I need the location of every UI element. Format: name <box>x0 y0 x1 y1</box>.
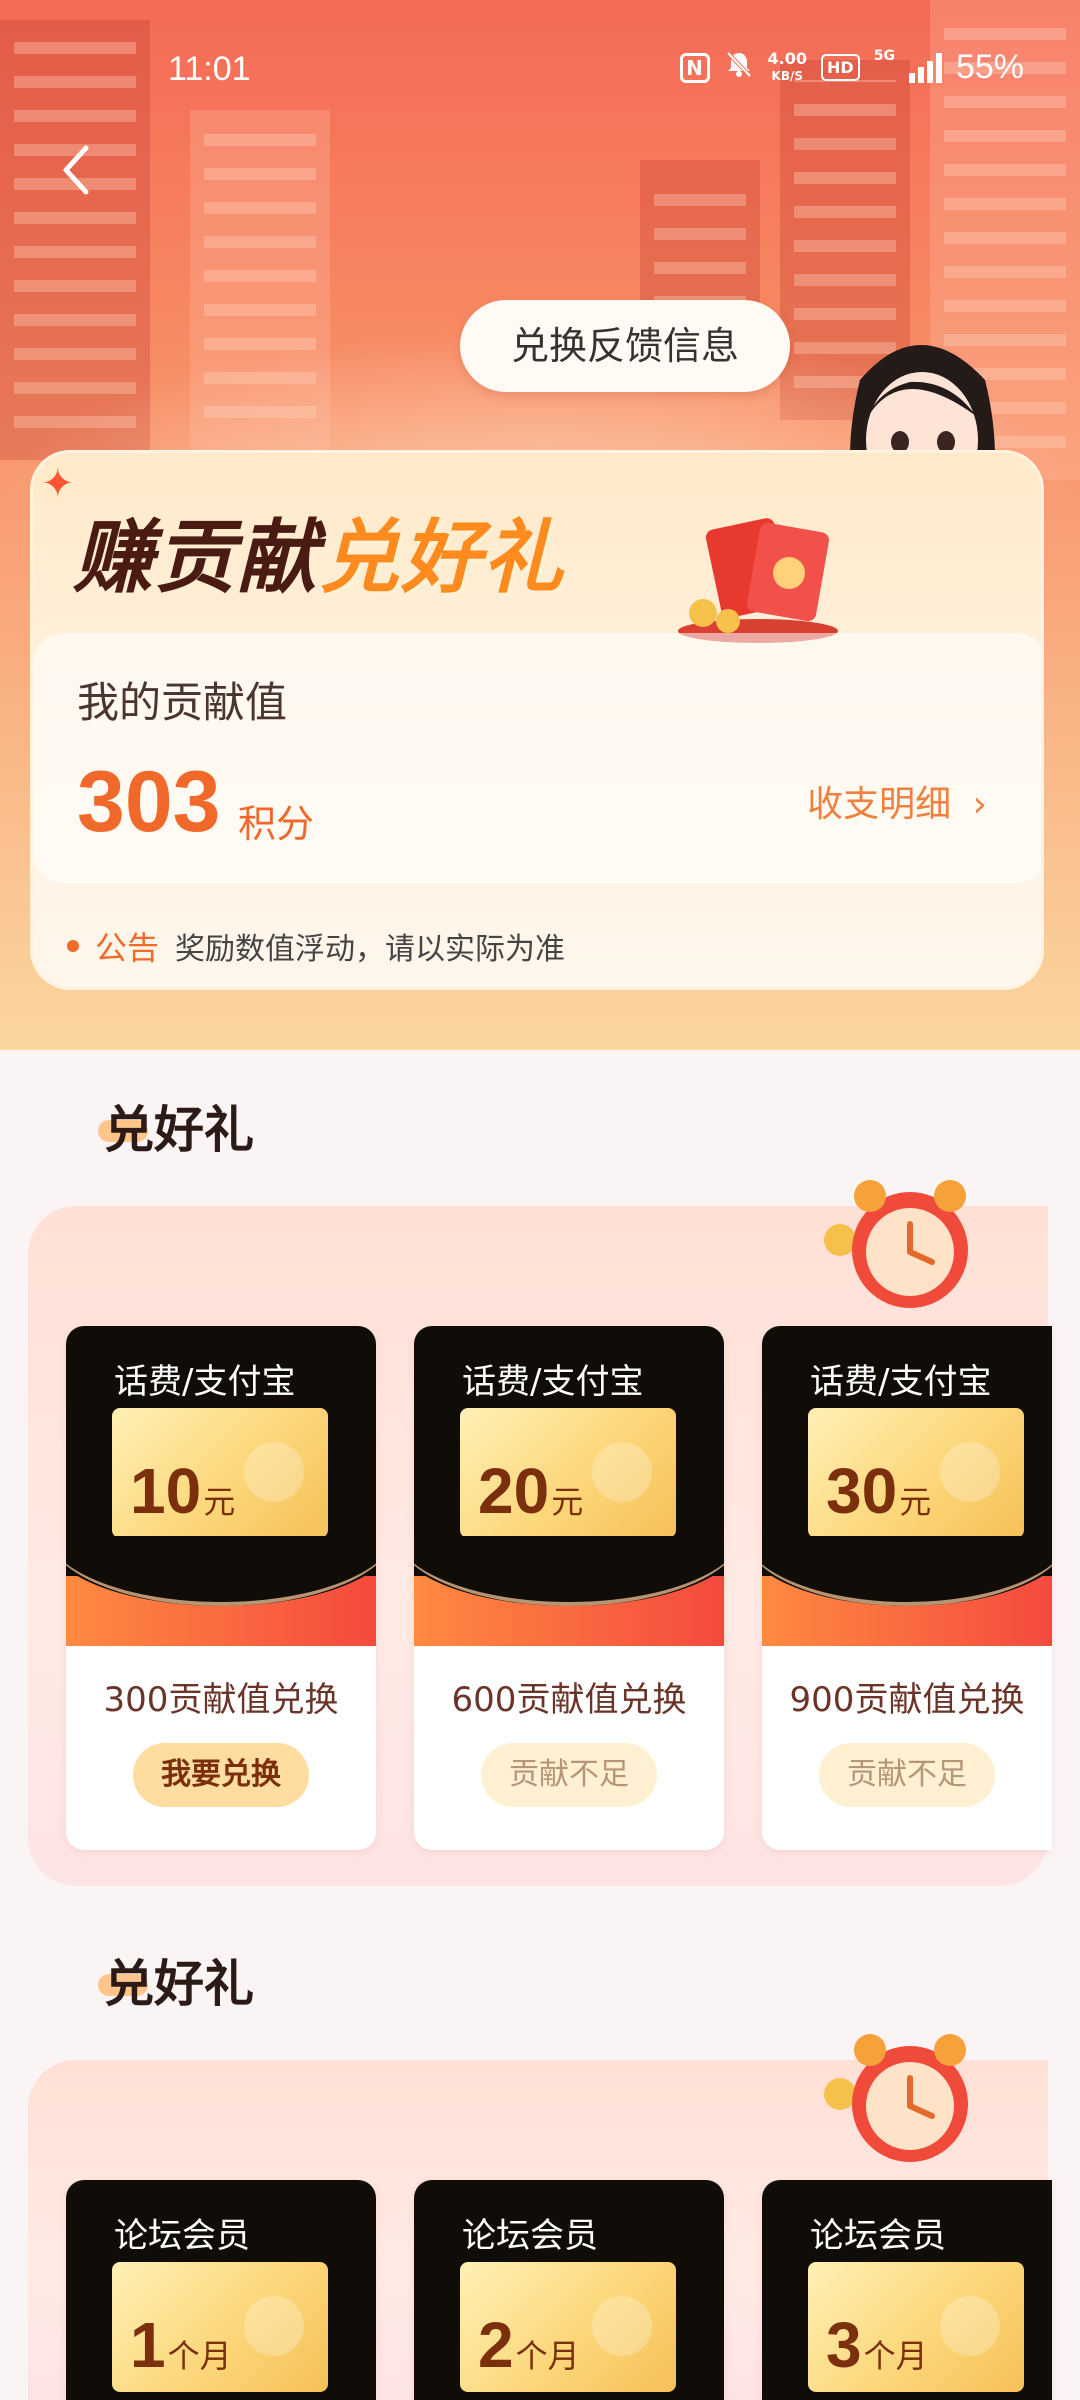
section-title: 兑好礼 <box>98 1944 254 2016</box>
prize-card[interactable]: 话费/支付宝 20元 600贡献值兑换 贡献不足 <box>414 1326 724 1850</box>
back-button[interactable] <box>50 140 110 200</box>
nfc-icon: N <box>679 52 710 83</box>
feedback-button[interactable]: 兑换反馈信息 <box>460 300 790 392</box>
prize-amount: 10 <box>130 1455 202 1527</box>
speed-value: 4.00 <box>767 49 808 68</box>
chevron-left-icon <box>63 145 89 195</box>
notice-tag: 公告 <box>95 929 160 967</box>
chevron-right-icon: › <box>972 784 987 825</box>
prize-ticket: 30元 <box>808 1408 1024 1538</box>
prize-card[interactable]: 论坛会员 3个月 <box>762 2180 1052 2400</box>
alarm-clock-icon <box>824 2034 968 2162</box>
insufficient-button[interactable]: 贡献不足 <box>481 1743 657 1807</box>
hd-icon: HD <box>821 54 860 81</box>
network-type: 5G <box>873 48 895 64</box>
prize-unit: 元 <box>551 1483 584 1521</box>
banner-title: 赚贡献兑好礼 <box>73 493 565 609</box>
notice-bar: 公告 奖励数值浮动，请以实际为准 <box>67 923 565 969</box>
status-bar: 11:01 N 4.00 KB/S HD 5G 55% <box>0 0 1080 140</box>
prize-ticket: 2个月 <box>460 2262 676 2392</box>
notice-dot-icon <box>67 940 79 952</box>
prize-type: 话费/支付宝 <box>114 1362 296 1402</box>
sparkle-icon: ✦ <box>41 461 75 507</box>
contribution-value: 303 <box>77 754 221 850</box>
prize-unit: 个月 <box>863 2337 928 2375</box>
network-speed: 4.00 KB/S <box>768 51 807 84</box>
red-packet-illustration <box>678 518 838 643</box>
contribution-panel: 我的贡献值 303 积分 收支明细 › <box>33 633 1041 883</box>
hero-banner: 11:01 N 4.00 KB/S HD 5G 55% 兑换反馈信息 ✦ 赚贡献… <box>0 0 1080 1050</box>
signal-icon <box>908 52 942 83</box>
prize-cost: 300贡献值兑换 <box>103 1680 339 1720</box>
prize-type: 话费/支付宝 <box>462 1362 644 1402</box>
status-time: 11:01 <box>168 50 251 88</box>
prize-amount: 1 <box>130 2309 166 2381</box>
details-link-label: 收支明细 <box>807 784 952 825</box>
speed-unit: KB/S <box>771 69 804 83</box>
battery-percent: 55% <box>955 48 1024 86</box>
prize-card[interactable]: 话费/支付宝 10元 300贡献值兑换 我要兑换 <box>66 1326 376 1850</box>
prize-ticket: 1个月 <box>112 2262 328 2392</box>
insufficient-button[interactable]: 贡献不足 <box>819 1743 995 1807</box>
section-title: 兑好礼 <box>98 1090 254 1162</box>
banner-title-part1: 赚贡献 <box>73 511 319 604</box>
redeem-button[interactable]: 我要兑换 <box>133 1743 309 1807</box>
contribution-card: ✦ 赚贡献兑好礼 我的贡献值 303 积分 收支明细 › 公告 奖励数值浮动，请… <box>30 450 1044 990</box>
prize-cost: 900贡献值兑换 <box>789 1680 1025 1720</box>
prize-type: 话费/支付宝 <box>810 1362 992 1402</box>
prize-type: 论坛会员 <box>810 2216 946 2256</box>
banner-title-part2: 兑好礼 <box>319 511 565 604</box>
prize-card[interactable]: 话费/支付宝 30元 900贡献值兑换 贡献不足 <box>762 1326 1052 1850</box>
contribution-label: 我的贡献值 <box>77 678 288 727</box>
prize-cost: 600贡献值兑换 <box>451 1680 687 1720</box>
prize-ticket: 10元 <box>112 1408 328 1538</box>
mute-bell-icon <box>724 49 754 86</box>
prize-unit: 个月 <box>515 2337 580 2375</box>
contribution-unit: 积分 <box>238 802 315 846</box>
alarm-clock-icon <box>824 1180 968 1308</box>
prize-type: 论坛会员 <box>114 2216 250 2256</box>
prize-card[interactable]: 论坛会员 1个月 <box>66 2180 376 2400</box>
notice-text: 奖励数值浮动，请以实际为准 <box>175 932 566 967</box>
prize-unit: 元 <box>203 1483 236 1521</box>
prize-amount: 20 <box>478 1455 550 1527</box>
details-link[interactable]: 收支明细 › <box>807 775 987 827</box>
prize-unit: 元 <box>899 1483 932 1521</box>
prize-amount: 2 <box>478 2309 514 2381</box>
prize-unit: 个月 <box>167 2337 232 2375</box>
prize-amount: 30 <box>826 1455 898 1527</box>
prize-ticket: 20元 <box>460 1408 676 1538</box>
prize-card[interactable]: 论坛会员 2个月 <box>414 2180 724 2400</box>
prize-amount: 3 <box>826 2309 862 2381</box>
prize-type: 论坛会员 <box>462 2216 598 2256</box>
prize-ticket: 3个月 <box>808 2262 1024 2392</box>
